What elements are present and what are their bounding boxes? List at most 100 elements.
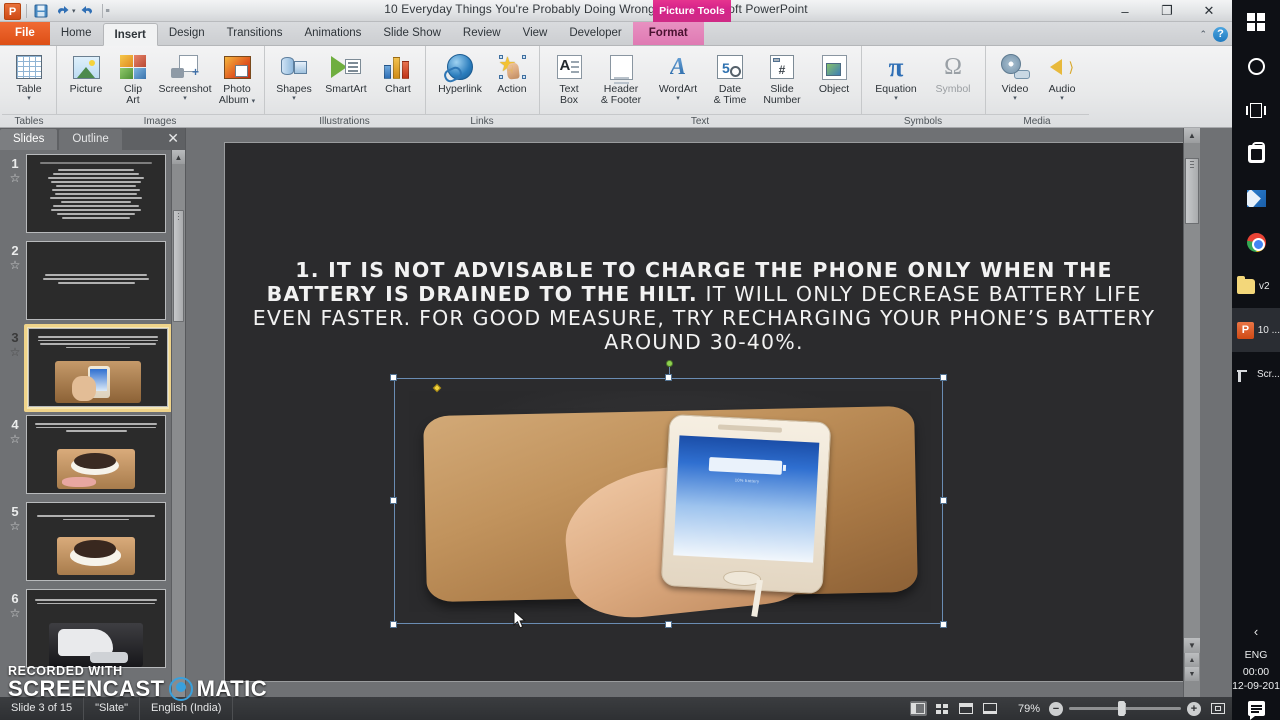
clock[interactable]: 00:00 12-09-201 [1232,665,1280,693]
photo-album-button[interactable]: Photo Album ▾ [214,49,260,108]
slide-body-text[interactable]: 1. IT IS NOT ADVISABLE TO CHARGE THE PHO… [245,258,1163,354]
object-button[interactable]: Object [811,49,857,97]
video-button[interactable]: Video ▾ [992,49,1038,104]
thumbnail-scrollbar[interactable]: ▲ [171,150,185,697]
wordart-caret-icon[interactable]: ▾ [676,95,680,102]
list-item[interactable]: 1 ☆ [4,154,171,233]
handle-bottom-right[interactable] [940,621,947,628]
table-caret-icon[interactable]: ▾ [27,95,31,102]
screencast-window-button[interactable]: Scr... [1232,352,1280,396]
show-hidden-icons-icon[interactable]: ‹ [1254,618,1258,646]
slide-scrollbar[interactable]: ▲ ▲ ▼ ▼ [1183,128,1200,697]
slide-counter[interactable]: Slide 3 of 15 [0,697,85,720]
slide-sorter-view-button[interactable] [934,701,951,716]
reading-view-button[interactable] [958,701,975,716]
explorer-window-v2[interactable]: v2 [1232,264,1280,308]
slide-thumbnail-current[interactable] [28,328,168,407]
zoom-in-button[interactable]: + [1187,701,1201,716]
tab-animations[interactable]: Animations [293,22,372,45]
action-center-button[interactable] [1247,701,1265,720]
mail-app-button[interactable] [1232,176,1280,220]
handle-bottom-center[interactable] [664,621,672,628]
zoom-out-button[interactable]: − [1049,701,1063,716]
close-thumbnail-pane-icon[interactable]: ✕ [167,131,179,145]
slide-thumbnail[interactable] [26,241,166,320]
handle-middle-right[interactable] [940,497,947,504]
tab-developer[interactable]: Developer [558,22,632,45]
scrollbar-thumb[interactable] [1185,158,1199,224]
slide-thumbnail[interactable] [26,415,166,494]
scrollbar-thumb[interactable] [173,210,184,322]
powerpoint-window-button[interactable]: P 10 ... [1232,308,1280,352]
equation-button[interactable]: π Equation ▾ [868,49,924,104]
microsoft-store-button[interactable] [1232,132,1280,176]
tab-file[interactable]: File [0,22,50,45]
rotation-handle[interactable] [665,360,673,367]
audio-button[interactable]: ⟩ Audio ▾ [1039,49,1085,104]
tab-format[interactable]: Format [632,22,704,45]
tab-insert[interactable]: Insert [102,23,158,46]
slide-editing-stage[interactable]: 1. IT IS NOT ADVISABLE TO CHARGE THE PHO… [187,128,1200,697]
hyperlink-button[interactable]: Hyperlink [432,49,488,97]
minimize-button[interactable]: – [1104,1,1146,22]
handle-bottom-left[interactable] [390,621,397,628]
slide-thumbnail[interactable] [26,589,166,668]
screenshot-button[interactable]: + Screenshot ▾ [157,49,213,104]
chart-button[interactable]: Chart [375,49,421,97]
clip-art-button[interactable]: Clip Art [110,49,156,108]
list-item[interactable]: 6 ☆ [4,589,171,668]
table-button[interactable]: Table ▾ [6,49,52,104]
google-chrome-button[interactable] [1232,220,1280,264]
list-item[interactable]: 2 ☆ [4,241,171,320]
video-caret-icon[interactable]: ▾ [1013,95,1017,102]
language-indicator[interactable]: ENG [1245,648,1268,663]
tab-transitions[interactable]: Transitions [216,22,294,45]
slide-number-button[interactable]: # Slide Number [754,49,810,108]
handle-top-right[interactable] [940,374,947,381]
cortana-search-button[interactable] [1232,44,1280,88]
list-item[interactable]: 4 ☆ [4,415,171,494]
close-button[interactable]: ✕ [1188,1,1230,22]
handle-middle-left[interactable] [390,497,397,504]
audio-caret-icon[interactable]: ▾ [1060,95,1064,102]
start-button[interactable] [1232,0,1280,44]
symbol-button[interactable]: Ω Symbol [925,49,981,97]
normal-view-button[interactable] [909,701,927,716]
header-footer-button[interactable]: Header & Footer [593,49,649,108]
tab-outline[interactable]: Outline [59,129,122,150]
text-box-button[interactable]: A Text Box [546,49,592,108]
shapes-caret-icon[interactable]: ▾ [292,95,296,102]
screenshot-caret-icon[interactable]: ▾ [183,95,187,102]
smartart-button[interactable]: SmartArt [318,49,374,97]
tab-slides[interactable]: Slides [0,129,58,150]
tab-review[interactable]: Review [452,22,512,45]
language-indicator[interactable]: English (India) [140,697,234,720]
equation-caret-icon[interactable]: ▾ [894,95,898,102]
collapse-ribbon-icon[interactable]: ⌃ [1199,29,1207,40]
previous-slide-icon[interactable]: ▲ [1185,653,1199,667]
next-slide-icon[interactable]: ▼ [1185,667,1199,681]
scroll-up-icon[interactable]: ▲ [1184,128,1200,143]
fit-slide-to-window-button[interactable] [1209,701,1226,716]
zoom-thumb[interactable] [1118,701,1126,716]
tab-view[interactable]: View [512,22,559,45]
tab-design[interactable]: Design [158,22,216,45]
task-view-button[interactable] [1232,88,1280,132]
tab-home[interactable]: Home [50,22,103,45]
shapes-button[interactable]: Shapes ▾ [271,49,317,104]
slide-thumbnail[interactable] [26,502,166,581]
zoom-level[interactable]: 79% [1009,703,1049,715]
wordart-button[interactable]: A WordArt ▾ [650,49,706,104]
scroll-up-icon[interactable]: ▲ [172,150,185,164]
tab-slide-show[interactable]: Slide Show [372,22,452,45]
zoom-slider[interactable]: − + [1049,701,1209,716]
help-icon[interactable]: ? [1213,27,1228,42]
thumbnail-list[interactable]: 1 ☆ 2 ☆ 3 ☆ 4 ☆ 5 ☆ 6 ☆ [0,150,171,697]
zoom-track[interactable] [1069,701,1181,716]
current-slide[interactable]: 1. IT IS NOT ADVISABLE TO CHARGE THE PHO… [224,142,1184,682]
restore-button[interactable]: ❐ [1146,1,1188,22]
picture-button[interactable]: Picture [63,49,109,97]
scroll-down-icon[interactable]: ▼ [1184,638,1200,653]
slide-show-view-button[interactable] [982,701,999,716]
previous-next-slide-buttons[interactable]: ▲ ▼ [1185,653,1199,681]
